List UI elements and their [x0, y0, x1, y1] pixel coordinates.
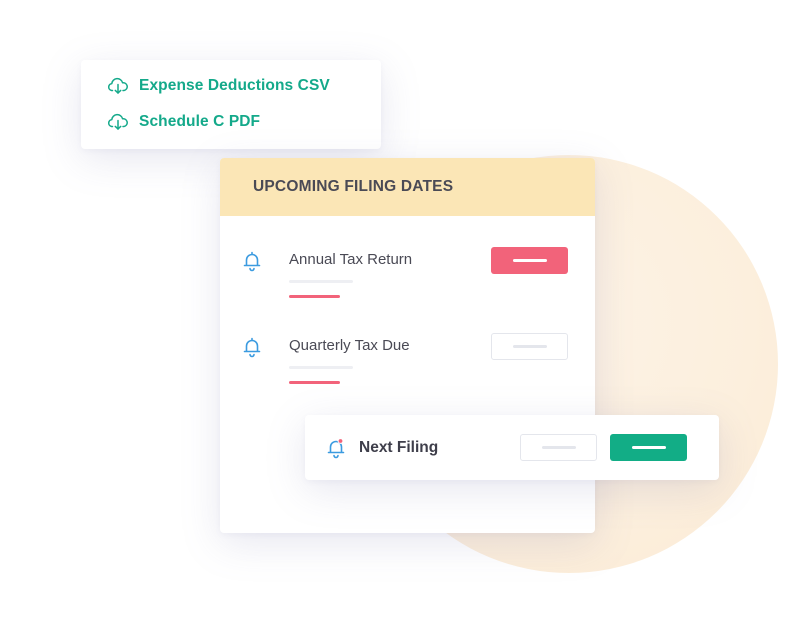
- filing-header: UPCOMING FILING DATES: [220, 158, 595, 216]
- progress-line: [289, 381, 340, 384]
- next-filing-label: Next Filing: [359, 439, 439, 456]
- bell-icon: [242, 336, 262, 358]
- filing-row-label: Annual Tax Return: [289, 251, 413, 268]
- button-dash: [631, 446, 666, 449]
- download-label: Expense Deductions CSV: [139, 77, 330, 94]
- cloud-download-icon: [107, 77, 129, 95]
- bell-notification-icon: [326, 437, 346, 459]
- cloud-download-icon: [107, 113, 129, 131]
- filing-row-quarterly-tax-due: Quarterly Tax Due: [220, 328, 595, 388]
- filing-row-label: Quarterly Tax Due: [289, 337, 410, 354]
- downloads-card: Expense Deductions CSV Schedule C PDF: [81, 60, 381, 149]
- status-button-alert[interactable]: [491, 247, 568, 274]
- download-label: Schedule C PDF: [139, 113, 261, 130]
- filing-header-title: UPCOMING FILING DATES: [253, 178, 454, 195]
- progress-line: [289, 295, 340, 298]
- placeholder-line: [289, 366, 353, 369]
- button-dash: [512, 259, 547, 262]
- button-dash: [512, 345, 547, 348]
- status-button-outline[interactable]: [491, 333, 568, 360]
- next-filing-primary-button[interactable]: [610, 434, 687, 461]
- filing-row-annual-tax-return: Annual Tax Return: [220, 242, 595, 302]
- bell-icon: [242, 250, 262, 272]
- download-schedule-c-pdf[interactable]: Schedule C PDF: [107, 113, 260, 131]
- next-filing-card: Next Filing: [305, 415, 719, 480]
- button-dash: [541, 446, 576, 449]
- next-filing-secondary-button[interactable]: [520, 434, 597, 461]
- placeholder-line: [289, 280, 353, 283]
- download-expense-deductions-csv[interactable]: Expense Deductions CSV: [107, 77, 330, 95]
